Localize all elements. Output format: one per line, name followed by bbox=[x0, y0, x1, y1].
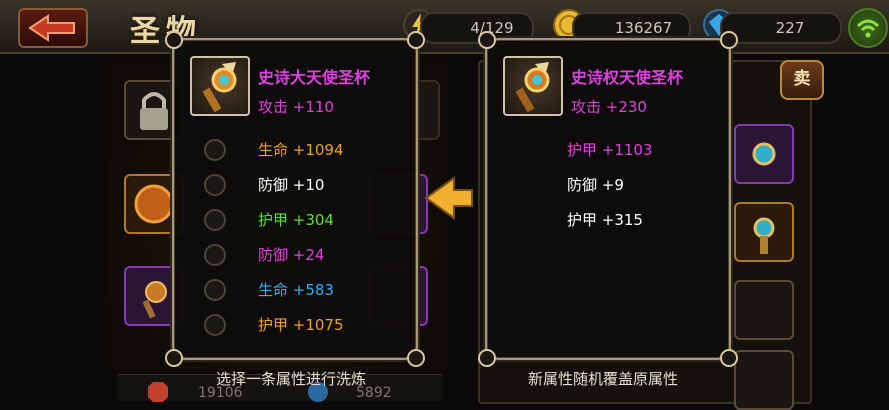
top-bar: 圣物 4/129 136267 227 bbox=[0, 0, 889, 54]
panel-corner bbox=[407, 31, 425, 49]
stat-option[interactable]: 生命 +1094 bbox=[174, 138, 416, 162]
stamina-value: 4/129 bbox=[470, 19, 514, 37]
chalice-icon bbox=[752, 142, 776, 166]
radio-button[interactable] bbox=[204, 209, 226, 231]
sell-button[interactable]: 卖 bbox=[780, 60, 824, 100]
inventory-slot[interactable] bbox=[734, 280, 794, 340]
inventory-slot[interactable] bbox=[734, 350, 794, 410]
item-name: 史诗大天使圣杯 bbox=[258, 68, 371, 87]
panel-corner bbox=[720, 31, 738, 49]
refine-instruction: 选择一条属性进行洗炼 bbox=[216, 370, 367, 388]
stat-option[interactable]: 护甲 +304 bbox=[174, 208, 416, 232]
chalice-icon bbox=[753, 217, 775, 254]
panel-corner bbox=[478, 349, 496, 367]
radio-button[interactable] bbox=[204, 244, 226, 266]
arrow-left-icon bbox=[424, 176, 473, 220]
panel-corner bbox=[478, 31, 496, 49]
stat-option[interactable]: 护甲 +1075 bbox=[174, 313, 416, 337]
radio-button[interactable] bbox=[204, 139, 226, 161]
radio-button[interactable] bbox=[204, 174, 226, 196]
relic-item-icon bbox=[503, 56, 563, 116]
stat-label: 护甲 +304 bbox=[258, 211, 334, 229]
stat-label: 生命 +1094 bbox=[258, 141, 344, 159]
new-item-panel: 史诗权天使圣杯 攻击 +230 护甲 +1103 防御 +9 护甲 +315 bbox=[478, 31, 738, 367]
stat-option[interactable]: 防御 +10 bbox=[174, 173, 416, 197]
panel-corner bbox=[720, 349, 738, 367]
stat-label: 生命 +583 bbox=[258, 281, 334, 299]
current-item-panel: 史诗大天使圣杯 攻击 +110 生命 +1094 防御 +10 护甲 +304 … bbox=[165, 31, 425, 367]
radio-button[interactable] bbox=[204, 314, 226, 336]
radio-button[interactable] bbox=[204, 279, 226, 301]
stat-option[interactable]: 生命 +583 bbox=[174, 278, 416, 302]
panel-corner bbox=[165, 349, 183, 367]
diamond-counter: 227 bbox=[720, 12, 842, 44]
chalice-icon bbox=[202, 62, 237, 113]
item-attack: 攻击 +230 bbox=[571, 98, 647, 116]
inventory-slot[interactable] bbox=[734, 202, 794, 262]
back-arrow-icon bbox=[28, 14, 75, 42]
inventory-slot[interactable] bbox=[734, 124, 794, 184]
relic-item-icon bbox=[190, 56, 250, 116]
back-button[interactable] bbox=[18, 8, 88, 48]
stat-option[interactable]: 防御 +24 bbox=[174, 243, 416, 267]
stat-label: 护甲 +1075 bbox=[258, 316, 344, 334]
stat-label: 防御 +10 bbox=[258, 176, 325, 194]
stat-label: 护甲 +315 bbox=[567, 211, 643, 229]
octagon-icon bbox=[148, 382, 168, 402]
item-attack: 攻击 +110 bbox=[258, 98, 334, 116]
wifi-icon bbox=[848, 8, 888, 48]
stat-label: 护甲 +1103 bbox=[567, 141, 653, 159]
diamond-value: 227 bbox=[775, 19, 805, 37]
panel-corner bbox=[407, 349, 425, 367]
item-name: 史诗权天使圣杯 bbox=[571, 68, 684, 87]
gold-value: 136267 bbox=[614, 19, 673, 37]
panel-corner bbox=[165, 31, 183, 49]
stat-label: 防御 +9 bbox=[567, 176, 624, 194]
chalice-icon bbox=[515, 62, 550, 113]
stat-label: 防御 +24 bbox=[258, 246, 325, 264]
overwrite-notice: 新属性随机覆盖原属性 bbox=[528, 370, 679, 388]
